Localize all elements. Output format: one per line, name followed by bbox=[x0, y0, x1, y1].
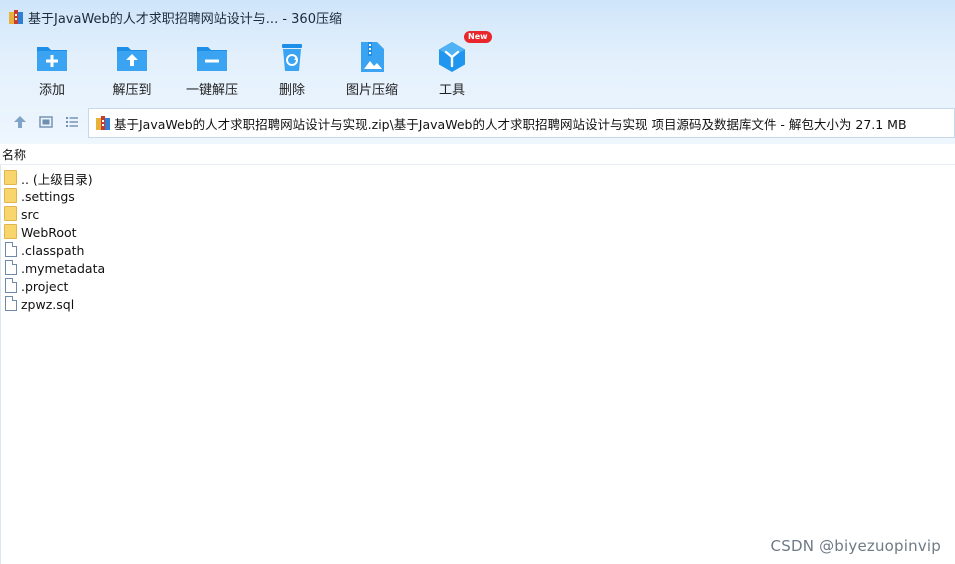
extract-folder-icon bbox=[115, 40, 149, 74]
delete-bin-icon bbox=[275, 40, 309, 74]
arrow-up-icon bbox=[14, 116, 26, 128]
list-left-border bbox=[0, 165, 1, 564]
file-icon bbox=[4, 260, 18, 276]
add-label: 添加 bbox=[38, 83, 65, 98]
delete-label: 删除 bbox=[278, 83, 305, 98]
tools-label: 工具 bbox=[438, 83, 465, 98]
list-item[interactable]: zpwz.sql bbox=[4, 295, 105, 313]
item-name: zpwz.sql bbox=[21, 296, 75, 312]
list-item[interactable]: .mymetadata bbox=[4, 259, 105, 277]
item-name: src bbox=[21, 206, 40, 222]
quick-extract-label: 一键解压 bbox=[185, 83, 238, 98]
list-item[interactable]: src bbox=[4, 205, 105, 223]
thumbnail-view-icon bbox=[39, 116, 53, 128]
item-name: .mymetadata bbox=[21, 260, 106, 276]
header-divider bbox=[0, 164, 955, 165]
item-name: .project bbox=[21, 278, 69, 294]
image-compress-icon bbox=[355, 40, 389, 74]
add-button[interactable]: 添加 bbox=[12, 36, 92, 100]
file-icon bbox=[4, 296, 18, 312]
quick-extract-icon bbox=[195, 40, 229, 74]
window-title: 基于JavaWeb的人才求职招聘网站设计与... - 360压缩 bbox=[28, 11, 342, 27]
address-row: 基于JavaWeb的人才求职招聘网站设计与实现.zip\基于JavaWeb的人才… bbox=[0, 106, 955, 138]
path-bar[interactable]: 基于JavaWeb的人才求职招聘网站设计与实现.zip\基于JavaWeb的人才… bbox=[88, 108, 955, 138]
view-thumbnail-button[interactable] bbox=[37, 113, 55, 131]
folder-icon bbox=[4, 170, 18, 186]
folder-icon bbox=[4, 206, 18, 222]
quick-extract-button[interactable]: 一键解压 bbox=[172, 36, 252, 100]
image-compress-button[interactable]: 图片压缩 bbox=[332, 36, 412, 100]
list-item[interactable]: WebRoot bbox=[4, 223, 105, 241]
list-item[interactable]: .. (上级目录) bbox=[4, 169, 105, 187]
item-name: .classpath bbox=[21, 242, 85, 258]
watermark-text: CSDN @biyezuopinvip bbox=[770, 537, 941, 555]
delete-button[interactable]: 删除 bbox=[252, 36, 332, 100]
file-icon bbox=[4, 242, 18, 258]
view-list-button[interactable] bbox=[63, 113, 81, 131]
add-folder-icon bbox=[35, 40, 69, 74]
archive-app-icon bbox=[8, 9, 24, 25]
list-item[interactable]: .classpath bbox=[4, 241, 105, 259]
image-compress-label: 图片压缩 bbox=[345, 83, 398, 98]
path-text: 基于JavaWeb的人才求职招聘网站设计与实现.zip\基于JavaWeb的人才… bbox=[114, 116, 907, 132]
item-name: WebRoot bbox=[21, 224, 77, 240]
up-level-button[interactable] bbox=[11, 113, 29, 131]
file-icon bbox=[4, 278, 18, 294]
file-list: .. (上级目录) .settings src WebRoot .classpa… bbox=[4, 169, 105, 313]
zip-archive-icon bbox=[95, 115, 111, 131]
main-toolbar: 添加 解压到 一键解压 删除 图片压缩 New 工具 bbox=[12, 31, 492, 100]
item-name: .settings bbox=[21, 188, 75, 204]
new-badge: New bbox=[464, 31, 492, 43]
list-item[interactable]: .project bbox=[4, 277, 105, 295]
title-bar: 基于JavaWeb的人才求职招聘网站设计与... - 360压缩 bbox=[0, 0, 955, 34]
extract-to-button[interactable]: 解压到 bbox=[92, 36, 172, 100]
column-header-name[interactable]: 名称 bbox=[0, 146, 955, 164]
tools-button[interactable]: New 工具 bbox=[412, 31, 492, 100]
extract-to-label: 解压到 bbox=[112, 83, 152, 98]
tools-cube-icon bbox=[435, 40, 469, 74]
app-window: 基于JavaWeb的人才求职招聘网站设计与... - 360压缩 添加 解压到 … bbox=[0, 0, 955, 564]
list-item[interactable]: .settings bbox=[4, 187, 105, 205]
folder-icon bbox=[4, 188, 18, 204]
list-view-icon bbox=[66, 117, 78, 127]
folder-icon bbox=[4, 224, 18, 240]
item-name: .. (上级目录) bbox=[21, 171, 93, 187]
